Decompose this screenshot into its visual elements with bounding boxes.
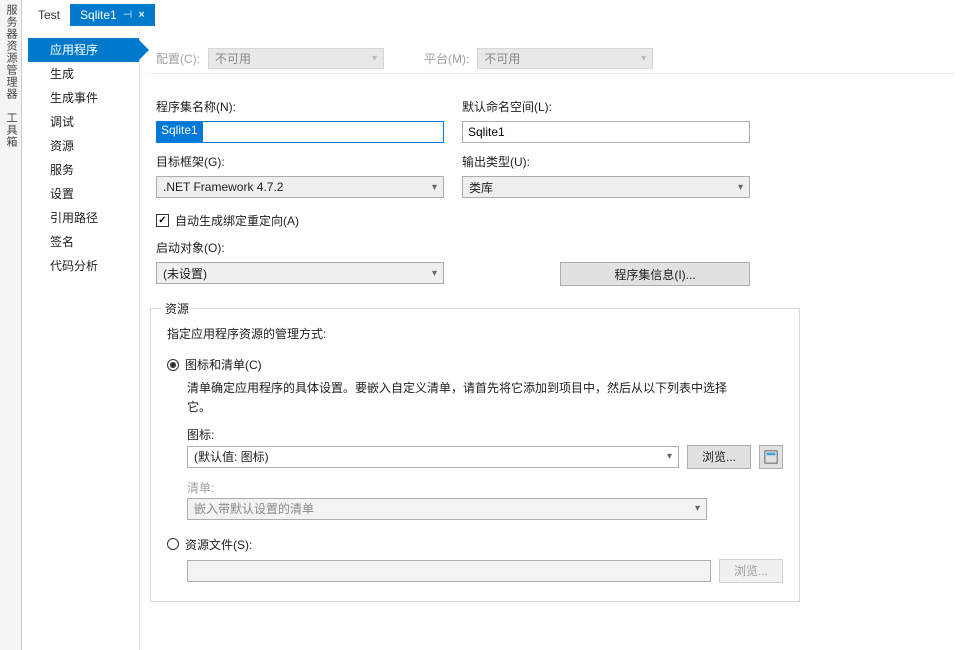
chevron-down-icon: ▾ bbox=[738, 182, 743, 193]
icon-manifest-radio[interactable] bbox=[167, 359, 179, 371]
nav-build-events[interactable]: 生成事件 bbox=[28, 86, 139, 110]
target-framework-select[interactable]: .NET Framework 4.7.2▾ bbox=[156, 176, 444, 198]
nav-settings[interactable]: 设置 bbox=[28, 182, 139, 206]
chevron-down-icon: ▾ bbox=[372, 53, 377, 64]
icon-label: 图标: bbox=[187, 426, 783, 443]
sidebar-toolbox[interactable]: 工具箱 bbox=[0, 108, 22, 152]
nav-code-analysis[interactable]: 代码分析 bbox=[28, 254, 139, 278]
manifest-select: 嵌入带默认设置的清单▾ bbox=[187, 498, 707, 520]
assembly-info-button[interactable]: 程序集信息(I)... bbox=[560, 262, 750, 286]
config-platform-row: 配置(C): 不可用▾ 平台(M): 不可用▾ bbox=[150, 44, 955, 74]
startup-object-label: 启动对象(O): bbox=[156, 239, 750, 256]
tab-sqlite1[interactable]: Sqlite1 ⊣ × bbox=[70, 4, 155, 26]
manifest-label: 清单: bbox=[187, 479, 783, 496]
tab-test[interactable]: Test bbox=[28, 4, 70, 26]
default-namespace-label: 默认命名空间(L): bbox=[462, 98, 750, 115]
startup-object-select[interactable]: (未设置)▾ bbox=[156, 262, 444, 284]
auto-binding-redirect-label: 自动生成绑定重定向(A) bbox=[175, 212, 299, 229]
platform-select: 不可用▾ bbox=[477, 48, 653, 69]
app-icon bbox=[764, 450, 778, 464]
chevron-down-icon: ▾ bbox=[667, 451, 672, 462]
manifest-hint: 清单确定应用程序的具体设置。要嵌入自定义清单，请首先将它添加到项目中，然后从以下… bbox=[187, 379, 747, 417]
auto-binding-redirect-checkbox[interactable] bbox=[156, 214, 169, 227]
nav-resources[interactable]: 资源 bbox=[28, 134, 139, 158]
nav-debug[interactable]: 调试 bbox=[28, 110, 139, 134]
resources-hint: 指定应用程序资源的管理方式: bbox=[167, 325, 783, 344]
chevron-down-icon: ▾ bbox=[432, 182, 437, 193]
output-type-select[interactable]: 类库▾ bbox=[462, 176, 750, 198]
resource-file-radio-label: 资源文件(S): bbox=[185, 536, 252, 553]
output-type-label: 输出类型(U): bbox=[462, 153, 750, 170]
nav-services[interactable]: 服务 bbox=[28, 158, 139, 182]
resources-group: 资源 指定应用程序资源的管理方式: 图标和清单(C) 清单确定应用程序的具体设置… bbox=[150, 308, 800, 602]
resources-legend: 资源 bbox=[161, 300, 193, 317]
browse-icon-button[interactable]: 浏览... bbox=[687, 445, 751, 469]
assembly-name-input[interactable]: Sqlite1 bbox=[156, 121, 444, 143]
chevron-down-icon: ▾ bbox=[695, 503, 700, 514]
chevron-down-icon: ▾ bbox=[432, 268, 437, 279]
config-label: 配置(C): bbox=[156, 50, 200, 67]
default-namespace-input[interactable] bbox=[462, 121, 750, 143]
sidebar-server-explorer[interactable]: 服务器资源管理器 bbox=[0, 0, 22, 104]
resource-file-radio[interactable] bbox=[167, 538, 179, 550]
target-framework-label: 目标框架(G): bbox=[156, 153, 444, 170]
nav-signing[interactable]: 签名 bbox=[28, 230, 139, 254]
nav-application[interactable]: 应用程序 bbox=[28, 38, 139, 62]
nav-build[interactable]: 生成 bbox=[28, 62, 139, 86]
icon-preview bbox=[759, 445, 783, 469]
nav-ref-paths[interactable]: 引用路径 bbox=[28, 206, 139, 230]
assembly-name-label: 程序集名称(N): bbox=[156, 98, 444, 115]
browse-resource-button: 浏览... bbox=[719, 559, 783, 583]
config-select: 不可用▾ bbox=[208, 48, 384, 69]
icon-select[interactable]: (默认值: 图标)▾ bbox=[187, 446, 679, 468]
document-tabs: Test Sqlite1 ⊣ × bbox=[28, 4, 963, 26]
page-nav: 应用程序 生成 生成事件 调试 资源 服务 设置 引用路径 签名 代码分析 bbox=[28, 30, 140, 650]
chevron-down-icon: ▾ bbox=[641, 53, 646, 64]
icon-manifest-radio-label: 图标和清单(C) bbox=[185, 356, 262, 373]
pin-icon[interactable]: ⊣ bbox=[123, 4, 133, 26]
resource-file-input bbox=[187, 560, 711, 582]
close-icon[interactable]: × bbox=[138, 4, 144, 26]
platform-label: 平台(M): bbox=[424, 50, 469, 67]
